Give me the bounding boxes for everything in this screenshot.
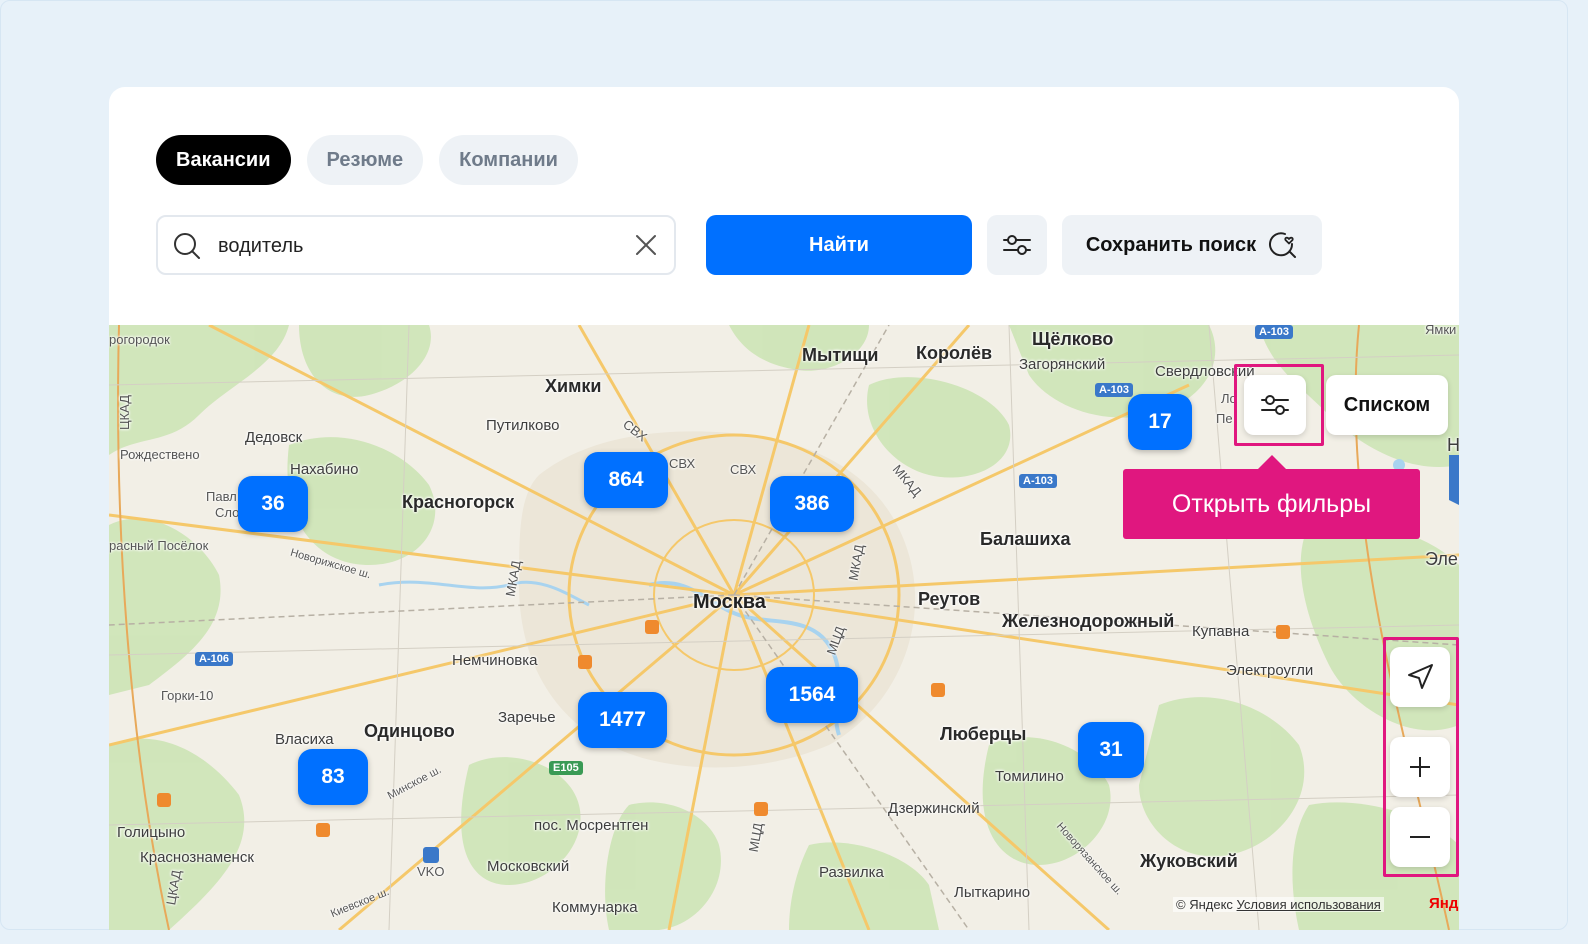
map-label: Красногорск [402,492,515,512]
map-label-moscow: Москва [693,591,766,613]
cluster-marker[interactable]: 36 [238,476,308,532]
cluster-marker[interactable]: 386 [770,476,854,532]
road-badge-a103: A-103 [1255,325,1293,339]
search-icon [174,233,200,259]
map-label: Дедовск [245,429,303,446]
map-label: Мытищи [802,345,879,365]
map-label: Электроугли [1226,662,1314,679]
map-label: Пе [1216,411,1233,426]
terms-link[interactable]: Условия использования [1237,897,1381,912]
tab-resumes[interactable]: Резюме [306,135,424,185]
search-card: Вакансии Резюме Компании Найти Сохранить… [109,87,1459,930]
map-label: Нахабино [290,461,359,478]
road-label: ЦКАД [117,394,133,431]
road-badge-a106: A-106 [195,652,233,666]
yandex-logo: Янд [1429,895,1459,912]
map-label: Жуковский [1140,851,1238,871]
map-label: Железнодорожный [1002,611,1175,631]
search-tabs: Вакансии Резюме Компании [156,135,578,185]
map-label: VKO [417,864,445,879]
cluster-marker[interactable]: 83 [298,749,368,805]
copyright-text: © Яндекс [1176,897,1233,912]
map-label: Дзержинский [888,800,980,817]
tab-vacancies[interactable]: Вакансии [156,135,291,185]
map-label: Реутов [918,589,981,609]
map-label: Томилино [995,768,1064,785]
road-badge-e105: E105 [549,761,583,775]
map-label: Лыткарино [954,884,1031,901]
map-label: Ямки [1425,325,1457,337]
map-label: Одинцово [364,721,455,741]
map-label: Балашиха [980,529,1071,549]
map-label: Краснознаменск [140,849,254,866]
map-label: пос. Мосрентген [534,817,649,834]
map-label: Загорянский [1019,356,1106,373]
filter-highlight-frame [1234,364,1324,446]
filters-tooltip: Открыть фильры [1123,469,1420,539]
map-label: Купавна [1192,623,1250,640]
map-label: Щёлково [1032,329,1114,349]
cluster-marker[interactable]: 17 [1128,394,1192,450]
map-label: Химки [545,376,602,396]
find-button[interactable]: Найти [706,215,972,275]
list-view-button[interactable]: Списком [1326,375,1448,435]
clear-icon[interactable] [634,233,658,257]
map-label: Эле [1425,549,1458,569]
map-copyright: © Яндекс Условия использования [1173,897,1384,912]
search-input[interactable] [216,227,620,265]
cluster-marker[interactable]: 31 [1078,722,1144,778]
map-label: Королёв [916,343,993,363]
map-label: Немчиновка [452,652,538,669]
map-label: Власиха [275,731,334,748]
filter-button[interactable] [987,215,1047,275]
sliders-icon [1003,235,1031,255]
map[interactable]: A-103 A-103 A-103 A-106 E105 рогородок Я… [109,325,1459,930]
map-label: рогородок [109,332,170,347]
map-label: Развилка [819,864,884,881]
road-label: СВХ [730,462,757,477]
map-label: Люберцы [940,724,1027,744]
map-label: Путилково [486,417,560,434]
controls-highlight-frame [1383,637,1459,877]
cluster-marker[interactable]: 1564 [766,667,858,723]
road-label: СВХ [669,456,696,471]
map-label: расный Посёлок [109,538,209,553]
map-label: Н [1447,435,1459,455]
map-label: Заречье [498,709,556,726]
road-badge-a103: A-103 [1095,383,1133,397]
save-search-label: Сохранить поиск [1085,233,1257,256]
map-label: Коммунарка [552,899,638,916]
road-badge-a103: A-103 [1019,474,1057,488]
map-label: Рождествено [120,447,200,462]
tab-companies[interactable]: Компании [439,135,578,185]
map-label: Московский [487,858,570,875]
heart-search-icon [1269,232,1297,258]
cluster-marker[interactable]: 1477 [578,692,667,748]
tooltip-arrow [1258,455,1286,469]
cluster-marker[interactable]: 864 [584,452,668,508]
map-label: Голицыно [117,824,186,841]
map-label: Горки-10 [161,688,214,703]
map-label: Сло [215,505,240,520]
search-box [156,215,676,275]
map-label: Павл [206,489,237,504]
save-search-button[interactable]: Сохранить поиск [1062,215,1322,275]
